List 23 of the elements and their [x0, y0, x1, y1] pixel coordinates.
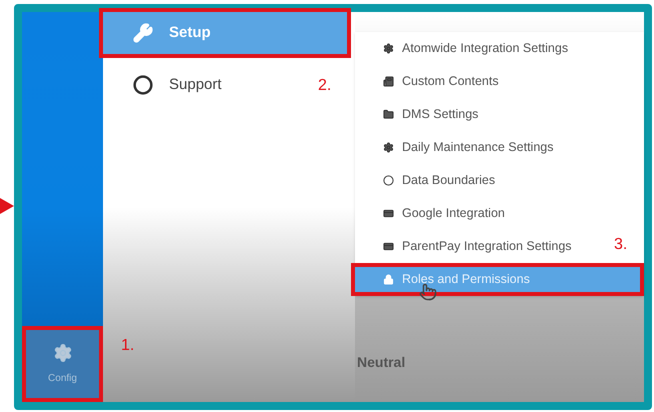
gear-icon — [383, 43, 394, 54]
step-number: 2. — [318, 76, 332, 96]
folder-icon — [383, 109, 394, 120]
list-icon — [383, 76, 394, 87]
lock-icon — [383, 274, 394, 285]
submenu-item[interactable]: DMS Settings — [355, 98, 644, 131]
gear-icon — [383, 142, 394, 153]
card-icon — [383, 208, 394, 219]
circle-icon — [383, 175, 394, 186]
step-number: 1. — [121, 336, 134, 356]
submenu-item[interactable]: Daily Maintenance Settings — [355, 131, 644, 164]
pointer-icon — [419, 283, 437, 301]
wrench-icon — [133, 23, 153, 43]
arrow-icon — [0, 198, 14, 214]
submenu-item[interactable]: Google Integration — [355, 197, 644, 230]
circle-icon — [133, 75, 153, 95]
submenu-item[interactable]: Data Boundaries — [355, 164, 644, 197]
settings-icon — [52, 342, 72, 362]
submenu-item[interactable]: Atomwide Integration Settings — [355, 32, 644, 65]
card-icon — [383, 241, 394, 252]
step-number: 3. — [614, 235, 628, 255]
section-heading: Neutral — [357, 353, 406, 372]
submenu-item[interactable]: Custom Contents — [355, 65, 644, 98]
